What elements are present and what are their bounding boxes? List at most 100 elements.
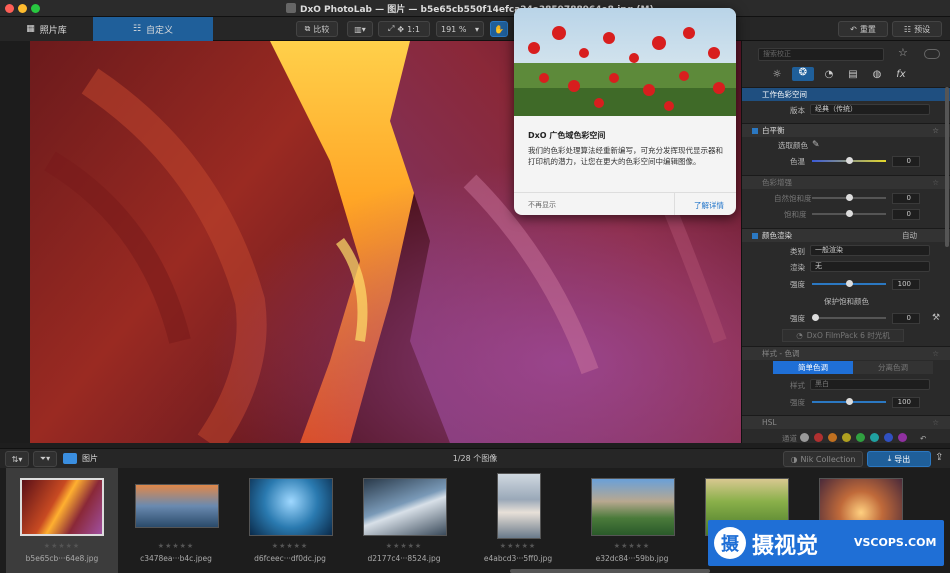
preset-button[interactable]: ☷ 预设 [892,21,942,37]
panel-scrollbar[interactable] [945,87,949,247]
version-select[interactable]: 经典（传统） [810,104,930,115]
channel-green-swatch[interactable] [856,433,865,442]
section-style-tone[interactable]: 样式 - 色调 ☆ [742,346,950,360]
rating-stars[interactable]: ★★★★★ [348,542,460,550]
move-icon[interactable]: ✥ [397,25,404,34]
section-color-enhance[interactable]: 色彩增强 ☆ [742,175,950,189]
style-select[interactable]: 黑白 [810,379,930,390]
magic-wand-icon[interactable]: ⚒ [932,313,940,323]
hand-tool-button[interactable]: ✋ [490,21,508,37]
geometry-icon[interactable]: ▤ [844,69,862,80]
enable-checkbox[interactable] [752,232,758,239]
style-label: 样式 [790,380,805,390]
temperature-slider[interactable] [812,157,886,164]
section-hsl[interactable]: HSL ☆ [742,415,950,429]
split-view-button[interactable]: ▥▾ [347,21,373,37]
channel-cyan-swatch[interactable] [870,433,879,442]
channel-all-swatch[interactable] [800,433,809,442]
undo-icon[interactable]: ↶ [920,434,926,443]
version-label: 版本 [790,105,805,115]
filmstrip-scrollbar[interactable] [510,569,710,573]
temperature-value[interactable]: 0 [892,156,920,167]
style-intensity-value[interactable]: 100 [892,397,920,408]
intensity-value[interactable]: 100 [892,279,920,290]
channel-magenta-swatch[interactable] [898,433,907,442]
zoom-select[interactable]: 191 % ▾ [436,21,484,37]
tab-simple-tone[interactable]: 简单色调 [773,361,853,374]
star-icon[interactable]: ☆ [932,349,939,358]
tab-split-tone[interactable]: 分离色调 [853,361,933,374]
dismiss-link[interactable]: 不再显示 [528,200,556,210]
saturation-slider[interactable] [812,210,886,217]
eyedropper-icon[interactable]: ✎ [812,140,820,150]
rating-stars[interactable]: ★★★★★ [462,542,574,550]
sort-button[interactable]: ⇅▾ [5,451,29,467]
local-adjust-icon[interactable]: ◍ [868,69,886,80]
protect-slider[interactable] [812,314,886,321]
channel-yellow-swatch[interactable] [842,433,851,442]
thumbnail-image [497,473,541,539]
section-white-balance[interactable]: 白平衡 ☆ [742,123,950,137]
thumbnail-item[interactable]: ★★★★★ d2177c4···8524.jpg [348,468,460,573]
detail-icon[interactable]: ◔ [820,69,838,80]
saturation-value[interactable]: 0 [892,209,920,220]
channel-red-swatch[interactable] [814,433,823,442]
star-icon[interactable]: ☆ [898,46,908,59]
intensity-slider[interactable] [812,280,886,287]
fit-zoom-group[interactable]: ⤢ ✥ 1:1 [378,21,430,37]
style-intensity-slider[interactable] [812,398,886,405]
reset-button[interactable]: ↶ 重置 [838,21,888,37]
rating-stars[interactable]: ★★★★★ [6,542,118,550]
search-input[interactable]: 搜索校正 [758,48,884,61]
zoom-window-button[interactable] [31,4,40,13]
thumbnail-filename: c3478ea···b4c.jpeg [140,554,212,563]
slider-knob[interactable] [812,314,819,321]
nik-collection-button[interactable]: ◑ Nik Collection [783,451,863,467]
star-icon[interactable]: ☆ [932,126,939,135]
rating-stars[interactable]: ★★★★★ [120,542,232,550]
learn-more-link[interactable]: 了解详情 [694,200,724,211]
thumbnail-item[interactable]: ★★★★★ d6fceec···df0dc.jpg [234,468,346,573]
share-icon[interactable]: ⇪ [935,452,943,463]
split-view-icon: ▥▾ [354,24,366,34]
filter-button[interactable]: ⏷▾ [33,451,57,467]
ratio-label[interactable]: 1:1 [407,25,420,34]
export-button[interactable]: ⤓ 导出 [867,451,931,467]
slider-knob[interactable] [846,210,853,217]
enable-checkbox[interactable] [752,127,758,134]
tab-customize[interactable]: ☷ 自定义 [93,17,213,41]
rating-stars[interactable]: ★★★★★ [234,542,346,550]
protect-value[interactable]: 0 [892,313,920,324]
rating-stars[interactable]: ★★★★★ [576,542,688,550]
render-select[interactable]: 无 [810,261,930,272]
compare-button[interactable]: ⧉ 比较 [296,21,338,37]
slider-knob[interactable] [846,398,853,405]
reset-label: 重置 [859,24,876,34]
slider-knob[interactable] [846,194,853,201]
slider-knob[interactable] [846,157,853,164]
section-working-color-space[interactable]: 工作色彩空间 [742,87,950,101]
slider-knob[interactable] [846,280,853,287]
channel-blue-swatch[interactable] [884,433,893,442]
fx-icon[interactable]: fx [892,69,910,80]
auto-label[interactable]: 自动 [902,230,917,241]
star-icon[interactable]: ☆ [932,178,939,187]
channel-orange-swatch[interactable] [828,433,837,442]
tab-library[interactable]: ▦ 照片库 [0,17,93,41]
thumbnail-item[interactable]: ★★★★★ b5e65cb···64e8.jpg [6,468,118,573]
vibrance-slider[interactable] [812,194,886,201]
star-icon[interactable]: ☆ [932,418,939,427]
thumbnail-item[interactable]: ★★★★★ e4abcd3···5ff0.jpg [462,468,574,573]
vibrance-value[interactable]: 0 [892,193,920,204]
close-window-button[interactable] [5,4,14,13]
thumbnail-item[interactable]: ★★★★★ e32dc84···59bb.jpg [576,468,688,573]
sun-icon[interactable]: ☼ [768,69,786,80]
section-color-render[interactable]: 颜色渲染 自动 [742,228,950,242]
toggle-icon[interactable] [924,49,940,59]
color-circles-icon[interactable]: ❂ [792,67,814,81]
minimize-window-button[interactable] [18,4,27,13]
fit-icon[interactable]: ⤢ [388,24,394,34]
thumbnail-item[interactable]: ★★★★★ c3478ea···b4c.jpeg [120,468,232,573]
filmpack-button[interactable]: ◔ DxO FilmPack 6 时光机 [782,329,904,342]
category-select[interactable]: 一般渲染 [810,245,930,256]
